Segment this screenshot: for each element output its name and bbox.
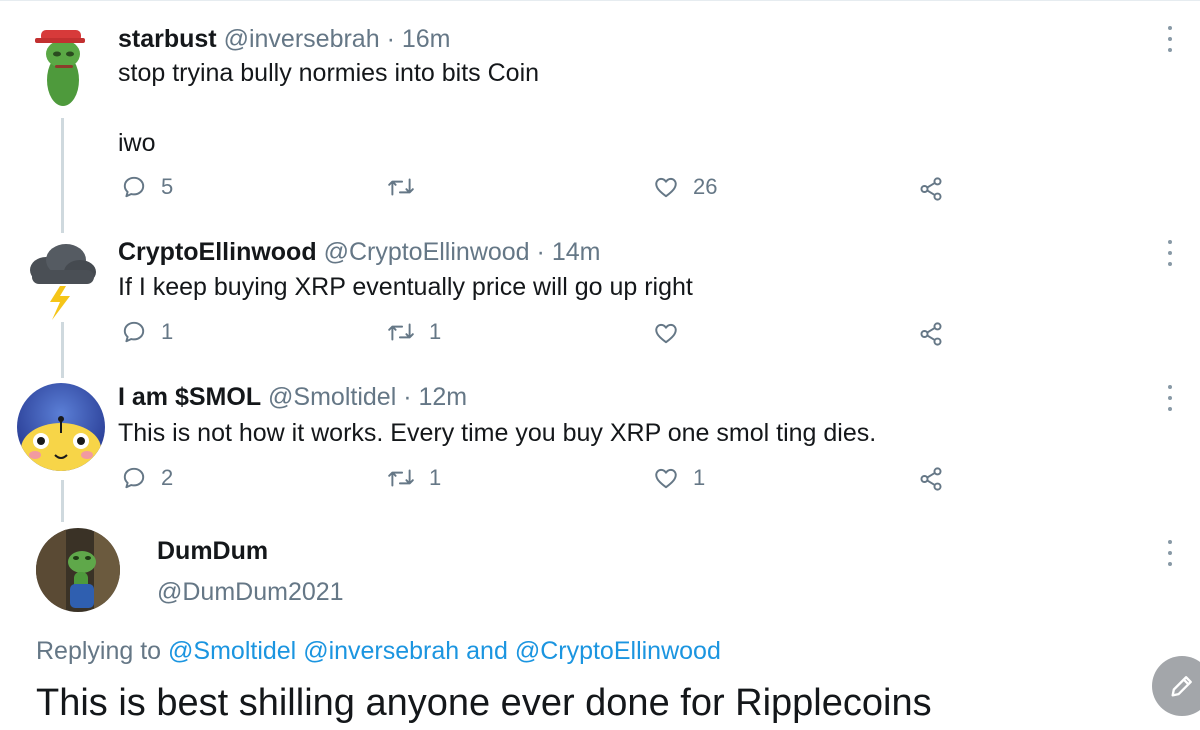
- separator: ·: [403, 383, 412, 411]
- timestamp[interactable]: 14m: [552, 238, 601, 266]
- display-name[interactable]: starbust: [118, 25, 217, 53]
- tweet-text: This is not how it works. Every time you…: [118, 419, 877, 447]
- retweet-button[interactable]: 1: [387, 465, 441, 491]
- separator: ·: [536, 238, 545, 266]
- heart-icon: [655, 323, 677, 344]
- mention-conjunction: and: [466, 637, 508, 665]
- reply-count: 1: [161, 319, 174, 344]
- more-vertical-icon[interactable]: [1163, 540, 1177, 566]
- reply-button[interactable]: 2: [121, 465, 173, 491]
- user-handle[interactable]: @CryptoEllinwood: [324, 238, 530, 266]
- tweet-header: CryptoEllinwood @CryptoEllinwood · 14m: [118, 237, 600, 267]
- tweet-text: If I keep buying XRP eventually price wi…: [118, 273, 693, 301]
- top-divider: [0, 0, 1200, 1]
- share-icon: [920, 322, 942, 346]
- like-count: 26: [693, 174, 718, 199]
- mention-link[interactable]: @CryptoEllinwood: [515, 637, 721, 665]
- timestamp[interactable]: 16m: [402, 25, 451, 53]
- retweet-count: 1: [429, 465, 442, 490]
- display-name[interactable]: CryptoEllinwood: [118, 238, 317, 266]
- user-handle[interactable]: @Smoltidel: [268, 383, 396, 411]
- thread-line: [61, 322, 64, 378]
- reply-icon: [123, 176, 145, 198]
- mention-link[interactable]: @inversebrah: [303, 637, 459, 665]
- retweet-icon: [388, 469, 414, 487]
- reply-icon: [123, 467, 145, 489]
- heart-icon: [655, 468, 677, 489]
- avatar[interactable]: [36, 528, 120, 612]
- timestamp[interactable]: 12m: [418, 383, 467, 411]
- thread-line: [61, 118, 64, 233]
- reply-icon: [123, 321, 145, 343]
- heart-icon: [655, 177, 677, 198]
- retweet-icon: [388, 178, 414, 196]
- reply-count: 2: [161, 465, 174, 490]
- avatar[interactable]: [20, 240, 102, 322]
- retweet-button[interactable]: [387, 174, 429, 200]
- avatar[interactable]: [27, 22, 97, 112]
- share-icon: [920, 177, 942, 201]
- reply-button[interactable]: 1: [121, 319, 173, 345]
- share-button[interactable]: [918, 176, 944, 202]
- replying-to: Replying to @Smoltidel @inversebrah and …: [36, 637, 721, 666]
- main-tweet-text: This is best shilling anyone ever done f…: [36, 682, 932, 724]
- share-button[interactable]: [918, 466, 944, 492]
- display-name[interactable]: DumDum: [157, 537, 268, 566]
- like-button[interactable]: 1: [653, 465, 705, 491]
- tweet-text: iwo: [118, 129, 156, 157]
- like-button[interactable]: 26: [653, 174, 717, 200]
- compose-pencil-icon: [1171, 676, 1192, 697]
- tweet-header: starbust @inversebrah · 16m: [118, 24, 450, 54]
- compose-button[interactable]: [1152, 656, 1200, 716]
- share-button[interactable]: [918, 321, 944, 347]
- more-vertical-icon[interactable]: [1163, 240, 1177, 266]
- display-name[interactable]: I am $SMOL: [118, 383, 261, 411]
- retweet-count: 1: [429, 319, 442, 344]
- more-vertical-icon[interactable]: [1163, 26, 1177, 52]
- share-icon: [920, 467, 942, 491]
- like-button[interactable]: [653, 320, 693, 346]
- like-count: 1: [693, 465, 706, 490]
- separator: ·: [386, 25, 395, 53]
- tweet-text: stop tryina bully normies into bits Coin: [118, 59, 540, 87]
- user-handle[interactable]: @inversebrah: [224, 25, 380, 53]
- reply-count: 5: [161, 174, 174, 199]
- more-vertical-icon[interactable]: [1163, 385, 1177, 411]
- user-handle[interactable]: @DumDum2021: [157, 578, 344, 607]
- tweet-header: I am $SMOL @Smoltidel · 12m: [118, 382, 467, 412]
- replying-prefix: Replying to: [36, 637, 162, 665]
- mention-link[interactable]: @Smoltidel: [168, 637, 296, 665]
- reply-button[interactable]: 5: [121, 174, 173, 200]
- retweet-icon: [388, 323, 414, 341]
- thread-line: [61, 480, 64, 522]
- avatar[interactable]: [17, 383, 105, 471]
- retweet-button[interactable]: 1: [387, 319, 441, 345]
